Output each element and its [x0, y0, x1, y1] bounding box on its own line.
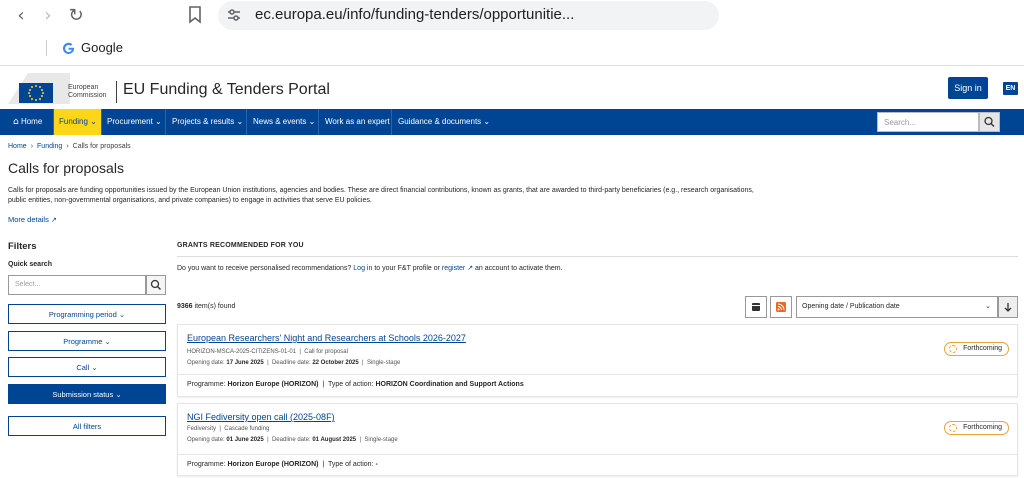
card-dates: Opening date: 17 June 2025 | Deadline da… [187, 360, 401, 366]
chevron-down-icon: ⌄ [236, 117, 244, 126]
card-identifier: Fediversity | Cascade funding [187, 426, 270, 432]
chevron-down-icon: ⌄ [118, 310, 126, 319]
status-badge: Forthcoming [944, 342, 1009, 356]
register-link[interactable]: register [442, 265, 465, 272]
arrow-down-icon [1004, 303, 1012, 312]
language-selector[interactable]: EN [1003, 82, 1018, 95]
quick-search-button[interactable] [146, 275, 166, 295]
nav-divider [165, 109, 166, 135]
chevron-down-icon: ⌄ [308, 117, 316, 126]
calendar-icon [752, 303, 760, 311]
sort-select[interactable]: Opening date / Publication date ⌄ [796, 296, 998, 318]
nav-guidance-documents[interactable]: Guidance & documents ⌄ [393, 109, 495, 135]
card-footer: Programme: Horizon Europe (HORIZON) | Ty… [178, 454, 1017, 474]
nav-divider [246, 109, 247, 135]
nav-procurement[interactable]: Procurement ⌄ [102, 109, 167, 135]
breadcrumb-home[interactable]: Home [8, 143, 27, 150]
nav-news-events[interactable]: News & events ⌄ [248, 109, 320, 135]
filter-programme[interactable]: Programme ⌄ [8, 331, 166, 351]
page-title: Calls for proposals [8, 160, 124, 176]
bookmark-google[interactable]: Google [62, 40, 123, 55]
home-icon: ⌂ [13, 117, 19, 127]
forthcoming-icon [949, 424, 958, 432]
back-icon[interactable]: ‹ [11, 6, 31, 26]
rss-icon [776, 302, 786, 312]
chevron-down-icon: ⌄ [91, 363, 98, 372]
result-card: European Researchers' Night and Research… [177, 324, 1018, 397]
sign-in-button[interactable]: Sign in [948, 77, 988, 99]
site-search-input[interactable]: Search... [877, 112, 979, 132]
site-search-button[interactable] [979, 112, 1000, 132]
header-divider [116, 81, 117, 103]
google-icon [62, 42, 75, 54]
logo-text: European Commission [68, 84, 107, 99]
card-title-link[interactable]: European Researchers' Night and Research… [187, 333, 466, 343]
filter-programming-period[interactable]: Programming period ⌄ [8, 304, 166, 324]
chevron-down-icon: ⌄ [155, 117, 162, 126]
chevron-down-icon: ⌄ [104, 337, 111, 346]
bookmark-label: Google [81, 40, 123, 55]
portal-title[interactable]: EU Funding & Tenders Portal [123, 81, 330, 99]
filter-call[interactable]: Call ⌄ [8, 357, 166, 377]
chevron-down-icon: ⌄ [90, 117, 97, 126]
login-link[interactable]: Log in [353, 265, 372, 272]
card-footer: Programme: Horizon Europe (HORIZON) | Ty… [178, 374, 1017, 394]
results-count: 9366 item(s) found [177, 303, 236, 310]
breadcrumb: Home › Funding › Calls for proposals [8, 143, 131, 150]
browser-chrome: ‹ › ↻ ec.europa.eu/info/funding-tenders/… [0, 0, 1024, 66]
nav-divider [391, 109, 392, 135]
forthcoming-icon [949, 345, 958, 353]
nav-funding[interactable]: Funding ⌄ [54, 109, 102, 135]
card-dates: Opening date: 01 June 2025 | Deadline da… [187, 437, 398, 443]
filter-submission-status[interactable]: Submission status ⌄ [8, 384, 166, 404]
search-icon [150, 279, 161, 290]
nav-projects-results[interactable]: Projects & results ⌄ [167, 109, 248, 135]
page-intro: Calls for proposals are funding opportun… [8, 187, 754, 204]
breadcrumb-current: Calls for proposals [72, 143, 131, 150]
external-link-icon: ↗ [50, 217, 57, 224]
reload-icon[interactable]: ↻ [66, 6, 86, 26]
chevron-down-icon: ⌄ [115, 390, 122, 399]
bookmarks-separator [46, 40, 47, 56]
chevron-right-icon: › [66, 143, 69, 150]
more-details-link[interactable]: More details ↗ [8, 215, 57, 224]
quick-search-input[interactable]: Select... [8, 275, 146, 295]
recommendations-text: Do you want to receive personalised reco… [177, 265, 563, 272]
bookmark-icon[interactable] [188, 6, 202, 24]
card-title-link[interactable]: NGI Fediversity open call (2025-08F) [187, 412, 335, 422]
url-text: ec.europa.eu/info/funding-tenders/opport… [255, 6, 575, 23]
sort-direction-button[interactable] [998, 296, 1018, 318]
all-filters-button[interactable]: All filters [8, 416, 166, 436]
site-header: European Commission EU Funding & Tenders… [0, 66, 1024, 109]
nav-divider [318, 109, 319, 135]
breadcrumb-funding[interactable]: Funding [37, 143, 62, 150]
card-identifier: HORIZON-MSCA-2025-CITIZENS-01-01 | Call … [187, 349, 348, 355]
grants-recommended-title: GRANTS RECOMMENDED FOR YOU [177, 242, 304, 249]
section-divider [177, 256, 1018, 257]
status-badge: Forthcoming [944, 421, 1009, 435]
quick-search-label: Quick search [8, 261, 52, 268]
chevron-right-icon: › [30, 143, 34, 150]
external-link-icon: ↗ [467, 265, 474, 272]
result-card: NGI Fediversity open call (2025-08F) Fed… [177, 403, 1018, 476]
rss-feed-button[interactable] [770, 296, 792, 318]
filters-title: Filters [8, 241, 37, 252]
address-bar[interactable]: ec.europa.eu/info/funding-tenders/opport… [218, 1, 719, 30]
search-icon [984, 116, 995, 127]
chevron-down-icon: ⌄ [483, 117, 491, 126]
calendar-view-button[interactable] [745, 296, 767, 318]
nav-work-as-expert[interactable]: Work as an expert [320, 109, 395, 135]
main-nav: ⌂ Home Funding ⌄ Procurement ⌄ Projects … [0, 109, 1024, 135]
forward-icon[interactable]: › [38, 6, 58, 26]
site-settings-icon[interactable] [226, 7, 242, 23]
nav-home[interactable]: ⌂ Home [8, 109, 47, 135]
chevron-down-icon: ⌄ [985, 303, 991, 310]
